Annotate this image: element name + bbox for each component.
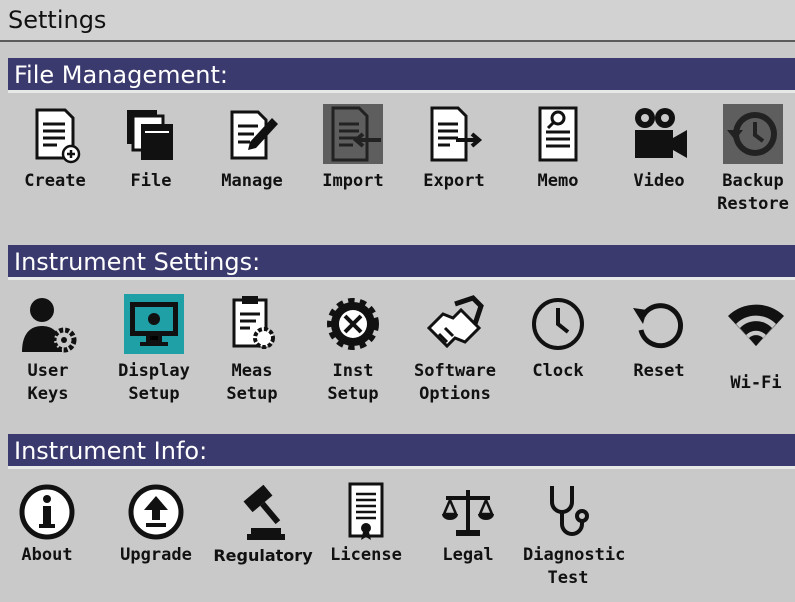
wifi-label: Wi-Fi: [730, 373, 782, 393]
upgrade-label: Upgrade: [120, 545, 192, 565]
section-header-file-management: File Management:: [8, 58, 795, 93]
gavel-icon: [233, 482, 293, 542]
info-icon: [17, 482, 77, 542]
stethoscope-icon: [538, 482, 598, 542]
export-icon: [424, 104, 484, 164]
reset-label: Reset: [633, 361, 685, 381]
software-options-icon: [425, 294, 485, 354]
file-stack-icon: [121, 104, 181, 164]
backup-restore-label: Backup Restore: [717, 171, 789, 214]
diagnostic-test-label: Diagnostic Test: [523, 545, 626, 588]
create-document-icon: [25, 104, 85, 164]
license-label: License: [330, 545, 402, 565]
clock-icon: [528, 294, 588, 354]
memo-label: Memo: [537, 171, 579, 191]
manage-label: Manage: [221, 171, 283, 191]
manage-edit-icon: [222, 104, 282, 164]
meas-setup-label: Meas Setup: [226, 361, 278, 404]
meas-setup-icon: [222, 294, 282, 354]
import-icon: [323, 104, 383, 164]
user-keys-icon: [18, 294, 78, 354]
about-label: About: [21, 545, 73, 565]
page-title: Settings: [8, 6, 107, 34]
section-header-instrument-info: Instrument Info:: [8, 434, 795, 469]
export-label: Export: [423, 171, 485, 191]
legal-label: Legal: [442, 545, 494, 565]
user-keys-label: User Keys: [27, 361, 69, 404]
video-camera-icon: [629, 104, 689, 164]
backup-restore-icon: [723, 104, 783, 164]
clock-label: Clock: [532, 361, 584, 381]
regulatory-label: Regulatory: [213, 546, 313, 565]
upgrade-arrow-icon: [126, 482, 186, 542]
display-setup-label: Display Setup: [118, 361, 190, 404]
inst-setup-label: Inst Setup: [327, 361, 379, 404]
display-setup-icon: [124, 294, 184, 354]
software-options-label: Software Options: [414, 361, 496, 404]
create-label: Create: [24, 171, 86, 191]
memo-icon: [528, 104, 588, 164]
section-header-instrument-settings: Instrument Settings:: [8, 245, 795, 280]
scales-icon: [438, 482, 498, 542]
file-label: File: [130, 171, 172, 191]
title-bar: Settings: [0, 0, 795, 42]
reset-icon: [629, 294, 689, 354]
import-label: Import: [322, 171, 384, 191]
wifi-icon: [726, 294, 786, 354]
inst-setup-gear-icon: [323, 294, 383, 354]
video-label: Video: [633, 171, 685, 191]
license-certificate-icon: [336, 482, 396, 542]
